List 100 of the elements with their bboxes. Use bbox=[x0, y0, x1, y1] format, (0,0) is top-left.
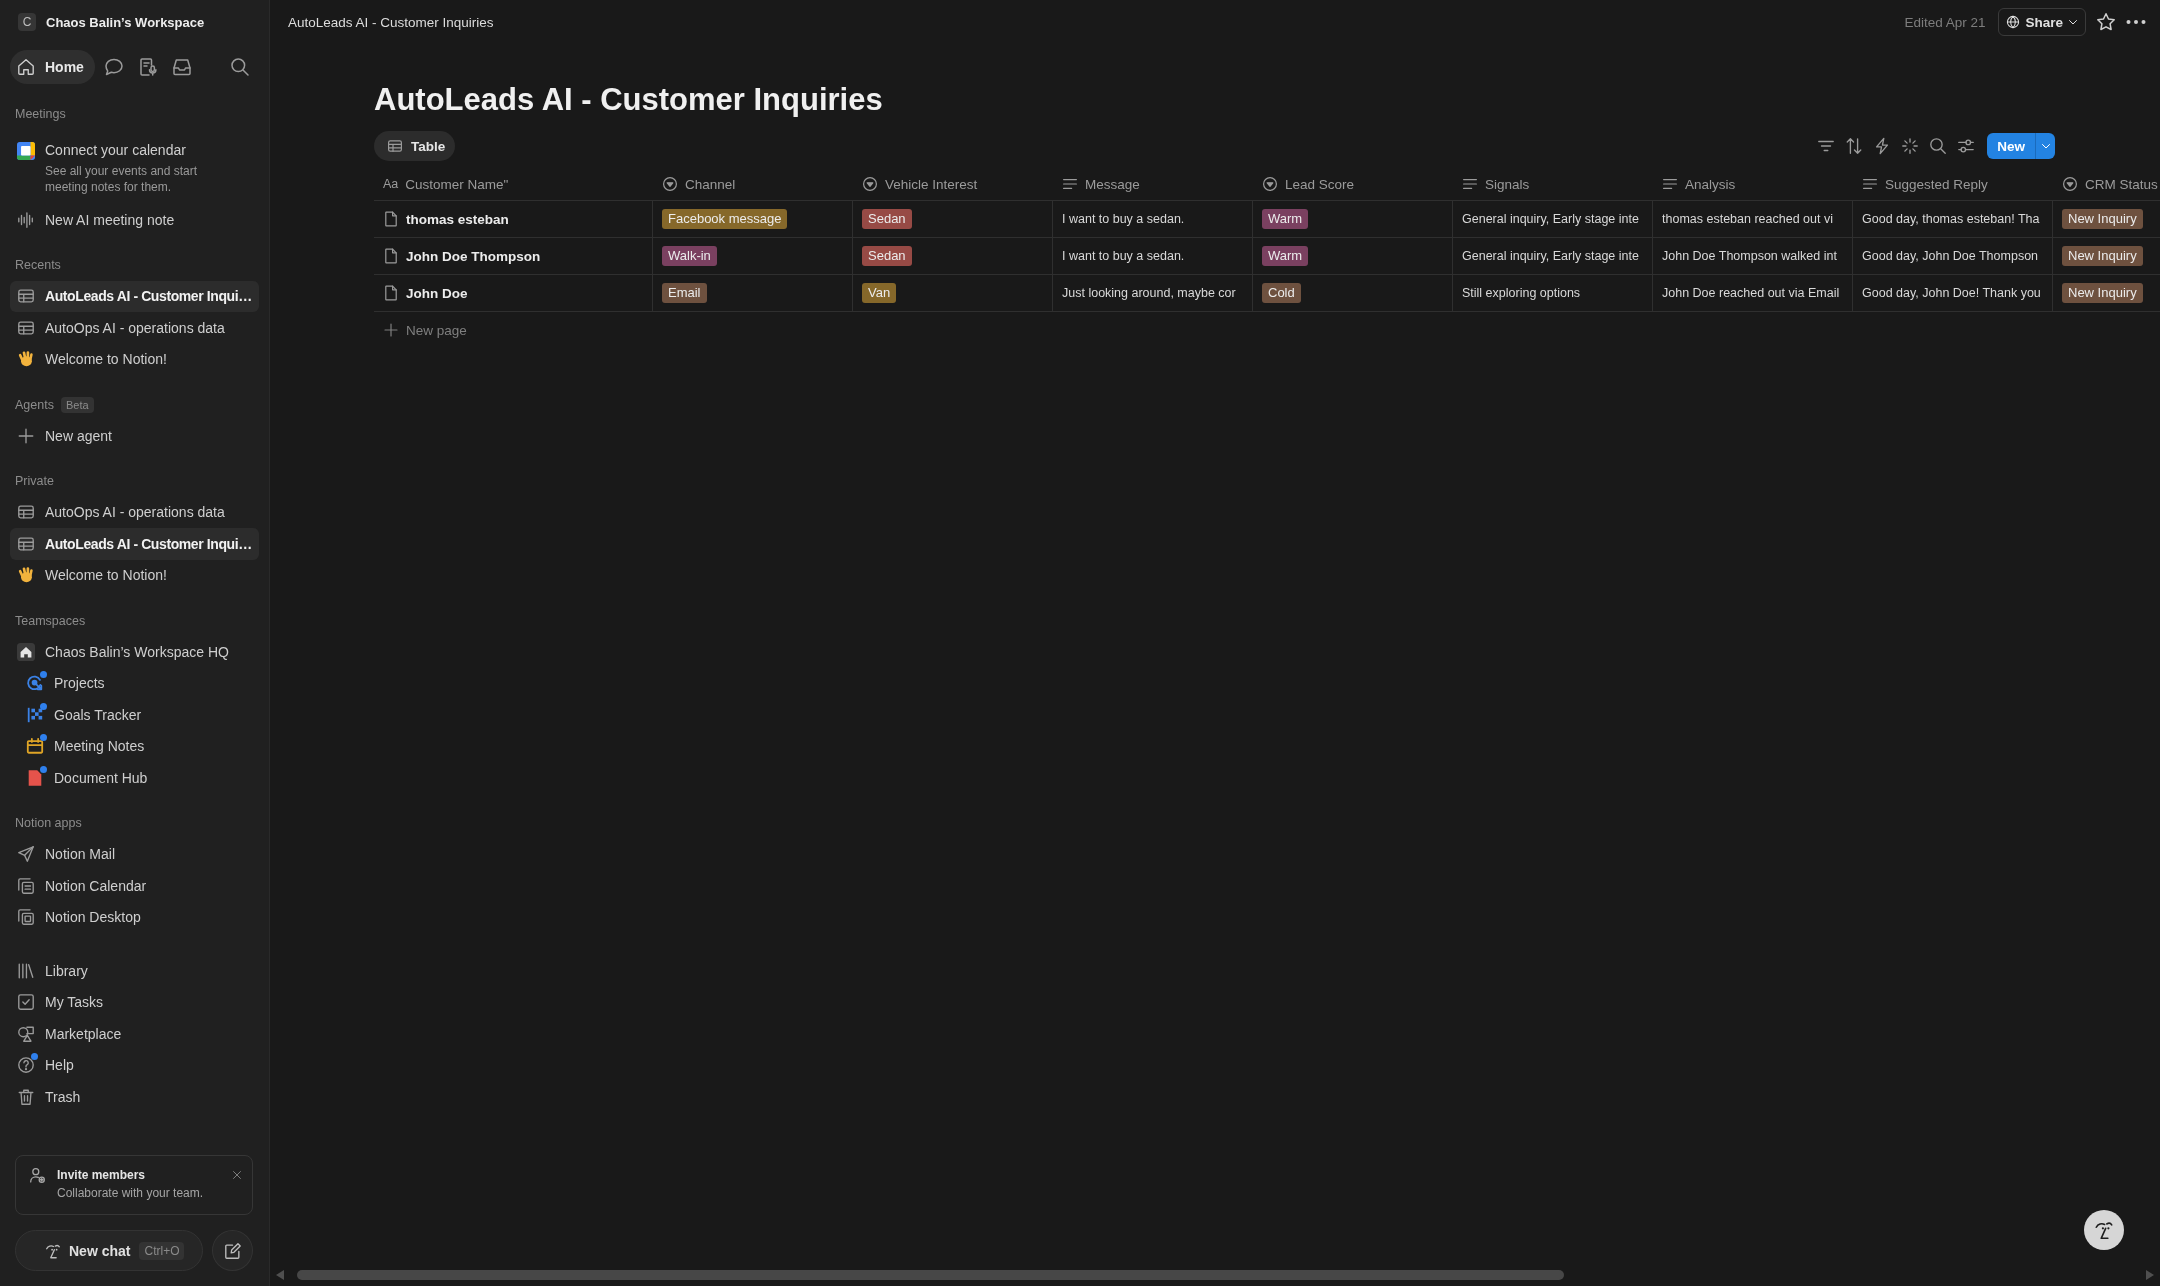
app-window-icon bbox=[17, 908, 35, 927]
sidebar-item[interactable]: My Tasks bbox=[10, 986, 259, 1018]
option-tag: New Inquiry bbox=[2062, 283, 2143, 303]
cell-text: I want to buy a sedan. bbox=[1062, 249, 1185, 263]
view-tab[interactable]: Table bbox=[374, 131, 456, 161]
workspace-avatar: C bbox=[18, 13, 36, 31]
section-label: Meetings bbox=[15, 106, 66, 121]
sidebar-item[interactable]: Welcome to Notion! bbox=[10, 559, 259, 591]
option-tag: New Inquiry bbox=[2062, 209, 2143, 229]
property-type-glyph: Aa bbox=[383, 177, 399, 191]
column-header[interactable]: Vehicle Interest bbox=[862, 176, 978, 192]
sidebar-item[interactable]: AutoLeads AI - Customer Inqui… bbox=[10, 280, 259, 312]
column-header[interactable]: Aa Customer Name" bbox=[383, 176, 509, 192]
invite-text: Collaborate with your team. bbox=[57, 1185, 205, 1202]
person-add-icon bbox=[29, 1167, 46, 1184]
column-header[interactable]: Analysis bbox=[1662, 176, 1736, 192]
text-property-icon bbox=[1862, 176, 1878, 192]
calendar-logo-icon bbox=[17, 142, 35, 160]
document-icon bbox=[383, 248, 399, 264]
sidebar-item[interactable]: Marketplace bbox=[10, 1018, 259, 1050]
inbox-icon[interactable] bbox=[171, 57, 192, 77]
row-title-link[interactable]: thomas esteban bbox=[383, 211, 509, 227]
sidebar-item[interactable]: New agent bbox=[10, 420, 259, 452]
column-header[interactable]: Message bbox=[1062, 176, 1140, 192]
search-icon[interactable] bbox=[230, 57, 250, 77]
new-page-button[interactable]: New page bbox=[374, 312, 467, 348]
sidebar-item[interactable]: Document Hub bbox=[10, 762, 259, 794]
text-property-icon bbox=[1662, 176, 1678, 192]
compose-icon bbox=[223, 1241, 242, 1260]
cell-text: Good day, John Doe! Thank you bbox=[1862, 286, 2041, 300]
sidebar-item[interactable]: AutoLeads AI - Customer Inqui… bbox=[10, 528, 259, 560]
option-tag: Sedan bbox=[862, 246, 912, 266]
sidebar-item[interactable]: AutoOps AI - operations data bbox=[10, 312, 259, 344]
sidebar-item[interactable]: Trash bbox=[10, 1081, 259, 1113]
new-button[interactable]: New bbox=[1987, 133, 2035, 159]
sidebar-item[interactable]: Notion Mail bbox=[10, 838, 259, 870]
section-label: Agents bbox=[15, 397, 54, 412]
option-tag: Warm bbox=[1262, 209, 1309, 229]
sidebar-item[interactable]: Notion Calendar bbox=[10, 870, 259, 902]
column-header[interactable]: Channel bbox=[662, 176, 736, 192]
help-icon bbox=[17, 1056, 35, 1075]
page-title: AutoLeads AI - Customer Inquiries bbox=[374, 81, 884, 119]
row-title-link[interactable]: John Doe Thompson bbox=[383, 248, 541, 264]
option-tag: Warm bbox=[1262, 246, 1309, 266]
sidebar-item[interactable]: Chaos Balin’s Workspace HQ bbox=[10, 636, 259, 668]
column-header[interactable]: Lead Score bbox=[1262, 176, 1355, 192]
option-tag: Email bbox=[662, 283, 707, 303]
column-header[interactable]: Suggested Reply bbox=[1862, 176, 1988, 192]
home-tab[interactable]: Home bbox=[10, 50, 95, 84]
table-icon bbox=[17, 287, 35, 306]
cell-text: John Doe reached out via Email bbox=[1662, 286, 1840, 300]
document-icon bbox=[383, 211, 399, 227]
column-header[interactable]: CRM Status bbox=[2062, 176, 2158, 192]
text-property-icon bbox=[1462, 176, 1478, 192]
chat-icon[interactable] bbox=[103, 57, 124, 77]
target-icon bbox=[26, 674, 44, 693]
stacked-squares-icon bbox=[17, 876, 35, 895]
sound-wave-icon bbox=[17, 210, 35, 229]
workspace-name[interactable]: Chaos Balin’s Workspace bbox=[46, 14, 205, 30]
sidebar-item[interactable]: Projects bbox=[10, 667, 259, 699]
search-icon[interactable] bbox=[1929, 137, 1948, 155]
connect-calendar-link[interactable]: Connect your calendar bbox=[45, 140, 220, 160]
flag-icon bbox=[26, 705, 44, 724]
document-microphone-icon[interactable] bbox=[137, 57, 158, 77]
option-tag: New Inquiry bbox=[2062, 246, 2143, 266]
sparkle-icon[interactable] bbox=[1901, 137, 1920, 155]
compose-button[interactable] bbox=[212, 1230, 253, 1271]
table-icon bbox=[17, 318, 35, 337]
column-header[interactable]: Signals bbox=[1462, 176, 1530, 192]
sidebar-item[interactable]: AutoOps AI - operations data bbox=[10, 496, 259, 528]
sidebar-item[interactable]: Goals Tracker bbox=[10, 699, 259, 731]
assistant-button[interactable] bbox=[2084, 1210, 2124, 1250]
globe-icon bbox=[2006, 15, 2021, 29]
new-options-button[interactable] bbox=[2035, 133, 2055, 159]
plus-icon bbox=[383, 322, 399, 338]
sort-icon[interactable] bbox=[1845, 137, 1864, 155]
caret-icon bbox=[2068, 17, 2078, 27]
select-property-icon bbox=[862, 176, 878, 192]
sidebar-item[interactable]: Welcome to Notion! bbox=[10, 343, 259, 375]
invite-title[interactable]: Invite members bbox=[57, 1166, 221, 1184]
table-icon bbox=[17, 503, 35, 522]
waving-hand-icon bbox=[17, 350, 35, 369]
home-icon bbox=[17, 58, 35, 76]
waving-hand-icon bbox=[17, 566, 35, 585]
paper-plane-icon bbox=[17, 845, 35, 864]
new-chat-button[interactable]: New chat Ctrl+O bbox=[15, 1230, 204, 1271]
sidebar-item[interactable]: Meeting Notes bbox=[10, 730, 259, 762]
calendar-description: See all your events and start meeting notes for them. bbox=[45, 163, 199, 195]
close-icon[interactable] bbox=[232, 1170, 242, 1180]
row-title-link[interactable]: John Doe bbox=[383, 285, 468, 301]
sidebar-item[interactable]: Help bbox=[10, 1049, 259, 1081]
sliders-icon[interactable] bbox=[1957, 137, 1976, 155]
sidebar-item[interactable]: Library bbox=[10, 955, 259, 987]
star-icon[interactable] bbox=[2096, 12, 2116, 32]
sidebar-item[interactable]: New AI meeting note bbox=[10, 204, 259, 236]
scrollbar-thumb[interactable] bbox=[297, 1270, 1564, 1280]
document-icon bbox=[26, 768, 44, 787]
sidebar-item[interactable]: Notion Desktop bbox=[10, 901, 259, 933]
breadcrumb-item[interactable]: AutoLeads AI - Customer Inquiries bbox=[288, 14, 494, 30]
share-button[interactable]: Share bbox=[1998, 8, 2086, 36]
